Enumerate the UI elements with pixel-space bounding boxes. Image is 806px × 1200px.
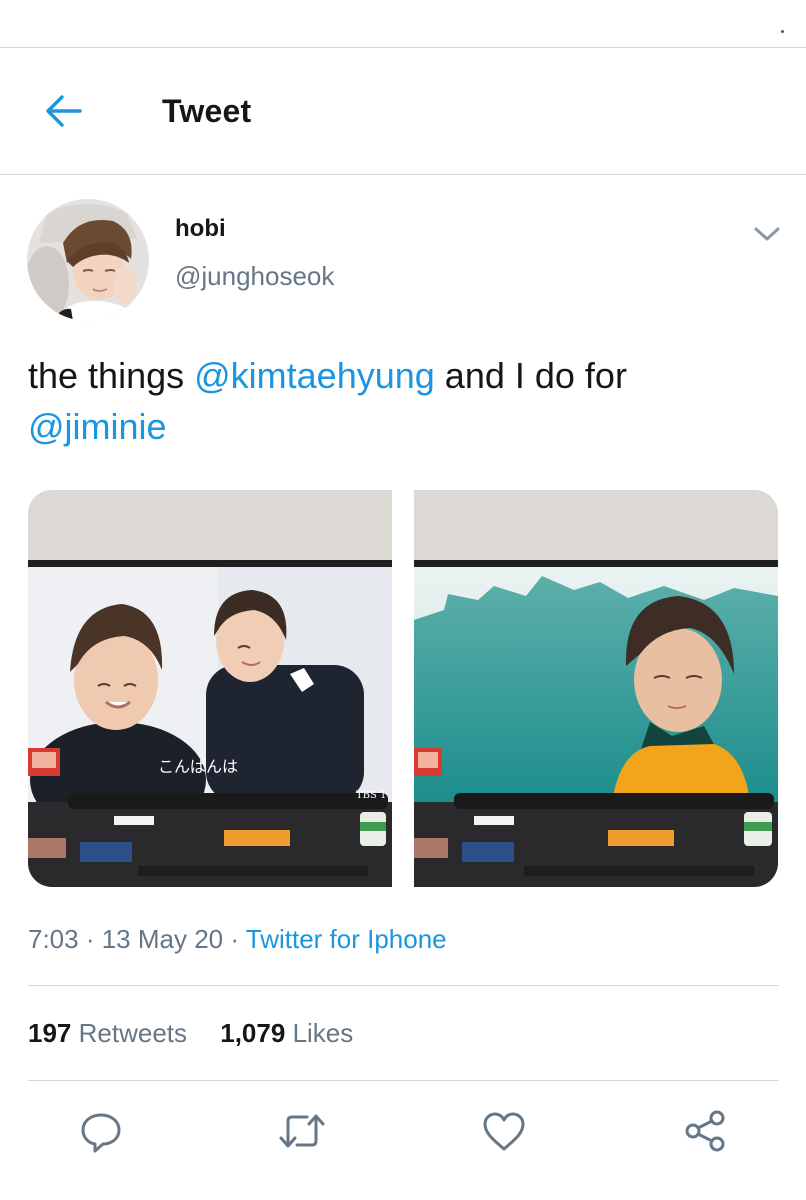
likes-label: Likes xyxy=(292,1018,354,1048)
status-dot xyxy=(781,30,784,33)
avatar[interactable] xyxy=(27,199,149,321)
tweet-source-link[interactable]: Twitter for Iphone xyxy=(246,924,447,954)
like-button[interactable] xyxy=(479,1106,529,1156)
photo-1-caption: こんばんは xyxy=(158,757,239,776)
page-title: Tweet xyxy=(162,93,252,129)
tweet-photo-2[interactable] xyxy=(414,490,778,887)
tweet-text: the things @kimtaehyung and I do for @jim… xyxy=(28,350,768,452)
back-button[interactable] xyxy=(40,88,86,134)
tweet-text-start: the things xyxy=(28,355,195,396)
chevron-down-icon[interactable] xyxy=(750,218,784,248)
divider-meta xyxy=(28,985,779,986)
share-icon xyxy=(685,1110,725,1152)
share-button[interactable] xyxy=(680,1106,730,1156)
photo-1-channel-logo: TBS 1 xyxy=(356,790,387,801)
mention-kimtaehyung[interactable]: @kimtaehyung xyxy=(194,355,435,396)
reply-icon xyxy=(81,1113,121,1153)
status-strip xyxy=(0,0,806,47)
author-name[interactable]: hobi xyxy=(175,215,226,243)
tweet-text-middle: and I do for xyxy=(434,355,627,396)
reply-button[interactable] xyxy=(76,1106,126,1156)
likes-stat[interactable]: 1,079 Likes xyxy=(220,1018,353,1049)
retweet-button[interactable] xyxy=(277,1106,327,1156)
tweet-photo-1[interactable]: こんばんは TBS 1 xyxy=(28,490,392,887)
tweet-meta: 7:03 · 13 May 20 · Twitter for Iphone xyxy=(28,924,447,955)
heart-icon xyxy=(483,1112,525,1151)
retweets-stat[interactable]: 197 Retweets xyxy=(28,1018,187,1049)
photo-2-image xyxy=(414,490,778,887)
author-handle[interactable]: @junghoseok xyxy=(175,261,334,292)
arrow-left-icon xyxy=(46,95,82,127)
tweet-page: Tweet hobi @junghoseok the things @kimta… xyxy=(0,0,806,1200)
divider-header xyxy=(0,174,806,175)
photo-1-image xyxy=(28,490,392,887)
mention-jiminie[interactable]: @jiminie xyxy=(28,406,167,447)
retweets-label: Retweets xyxy=(78,1018,188,1048)
avatar-image xyxy=(27,199,149,321)
tweet-stats: 197 Retweets 1,079 Likes xyxy=(28,1018,353,1049)
divider-stats xyxy=(28,1080,779,1081)
tweet-time: 7:03 xyxy=(28,924,79,954)
retweet-icon xyxy=(279,1114,325,1148)
header: Tweet xyxy=(0,48,806,174)
meta-separator: · xyxy=(223,924,246,954)
retweets-count: 197 xyxy=(28,1018,72,1048)
likes-count: 1,079 xyxy=(220,1018,286,1048)
meta-separator: · xyxy=(78,924,102,954)
tweet-date: 13 May 20 xyxy=(101,924,224,954)
